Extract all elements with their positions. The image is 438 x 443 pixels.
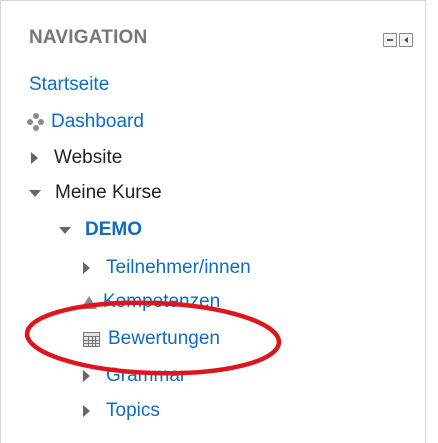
nav-item-home-label: Startseite — [29, 74, 110, 95]
chevron-down-icon[interactable] — [59, 226, 71, 234]
block-controls — [383, 33, 413, 47]
nav-item-grades[interactable]: Bewertungen — [81, 328, 220, 350]
chevron-right-icon[interactable] — [83, 370, 90, 382]
nav-item-participants[interactable]: Teilnehmer/innen — [81, 257, 251, 279]
dock-icon[interactable] — [399, 33, 413, 47]
nav-item-topics[interactable]: Topics — [81, 400, 160, 422]
nav-item-competencies[interactable]: Kompetenzen — [81, 291, 220, 313]
chevron-right-icon[interactable] — [83, 405, 90, 417]
nav-item-competencies-label: Kompetenzen — [103, 291, 221, 312]
nav-item-my-courses[interactable]: Meine Kurse — [29, 182, 162, 204]
chevron-right-icon[interactable] — [31, 152, 38, 164]
collapse-icon[interactable] — [383, 33, 397, 47]
nav-item-participants-label: Teilnehmer/innen — [106, 257, 251, 278]
nav-item-grades-label: Bewertungen — [108, 328, 220, 349]
competencies-icon — [81, 295, 97, 309]
block-title: NAVIGATION — [29, 27, 148, 48]
dashboard-icon — [27, 113, 45, 131]
nav-item-grammar[interactable]: Grammar — [81, 365, 186, 387]
chevron-down-icon[interactable] — [29, 189, 41, 197]
nav-item-course-demo-label: DEMO — [85, 219, 142, 240]
nav-item-course-demo[interactable]: DEMO — [59, 219, 142, 241]
chevron-right-icon[interactable] — [83, 262, 90, 274]
nav-item-topics-label: Topics — [106, 400, 160, 421]
nav-item-dashboard-label: Dashboard — [51, 111, 144, 132]
nav-item-website[interactable]: Website — [29, 147, 122, 169]
table-icon — [83, 331, 100, 347]
nav-item-my-courses-label: Meine Kurse — [55, 182, 162, 203]
nav-item-home[interactable]: Startseite — [29, 74, 109, 96]
navigation-block: NAVIGATION Startseite Dashboard Website … — [0, 0, 426, 443]
nav-item-website-label: Website — [54, 147, 123, 168]
nav-item-dashboard[interactable]: Dashboard — [27, 111, 144, 133]
nav-item-grammar-label: Grammar — [106, 365, 187, 386]
